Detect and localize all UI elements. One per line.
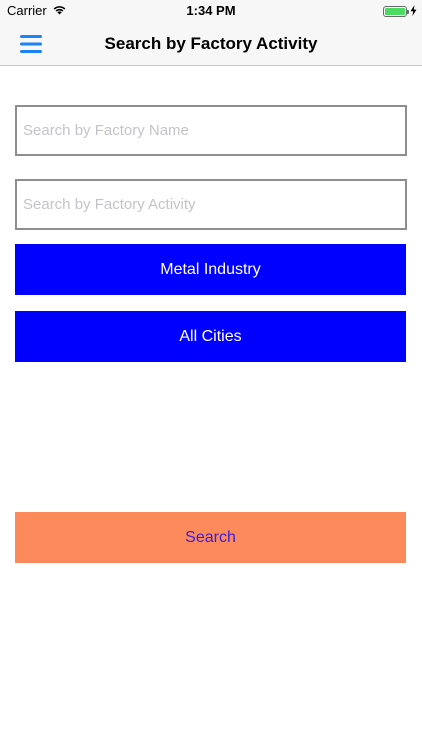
- page-title: Search by Factory Activity: [104, 34, 318, 53]
- city-select-button[interactable]: All Cities: [15, 311, 406, 362]
- navigation-bar: Search by Factory Activity: [0, 22, 422, 66]
- battery-level-fill: [385, 8, 405, 15]
- status-right: [383, 4, 417, 19]
- industry-select-label: Metal Industry: [160, 260, 261, 278]
- battery-icon: [383, 6, 409, 17]
- status-bar: Carrier 1:34 PM: [0, 0, 422, 22]
- app-screen: Carrier 1:34 PM Search by Factory Activi…: [0, 0, 422, 750]
- factory-name-search-input[interactable]: [15, 105, 407, 156]
- charging-bolt-icon: [410, 4, 417, 19]
- status-time: 1:34 PM: [186, 3, 236, 18]
- factory-activity-search-input[interactable]: [15, 179, 407, 230]
- search-button[interactable]: Search: [15, 512, 406, 563]
- battery-cap: [407, 10, 409, 14]
- industry-select-button[interactable]: Metal Industry: [15, 244, 406, 295]
- city-select-label: All Cities: [179, 327, 242, 345]
- search-button-label: Search: [185, 528, 236, 546]
